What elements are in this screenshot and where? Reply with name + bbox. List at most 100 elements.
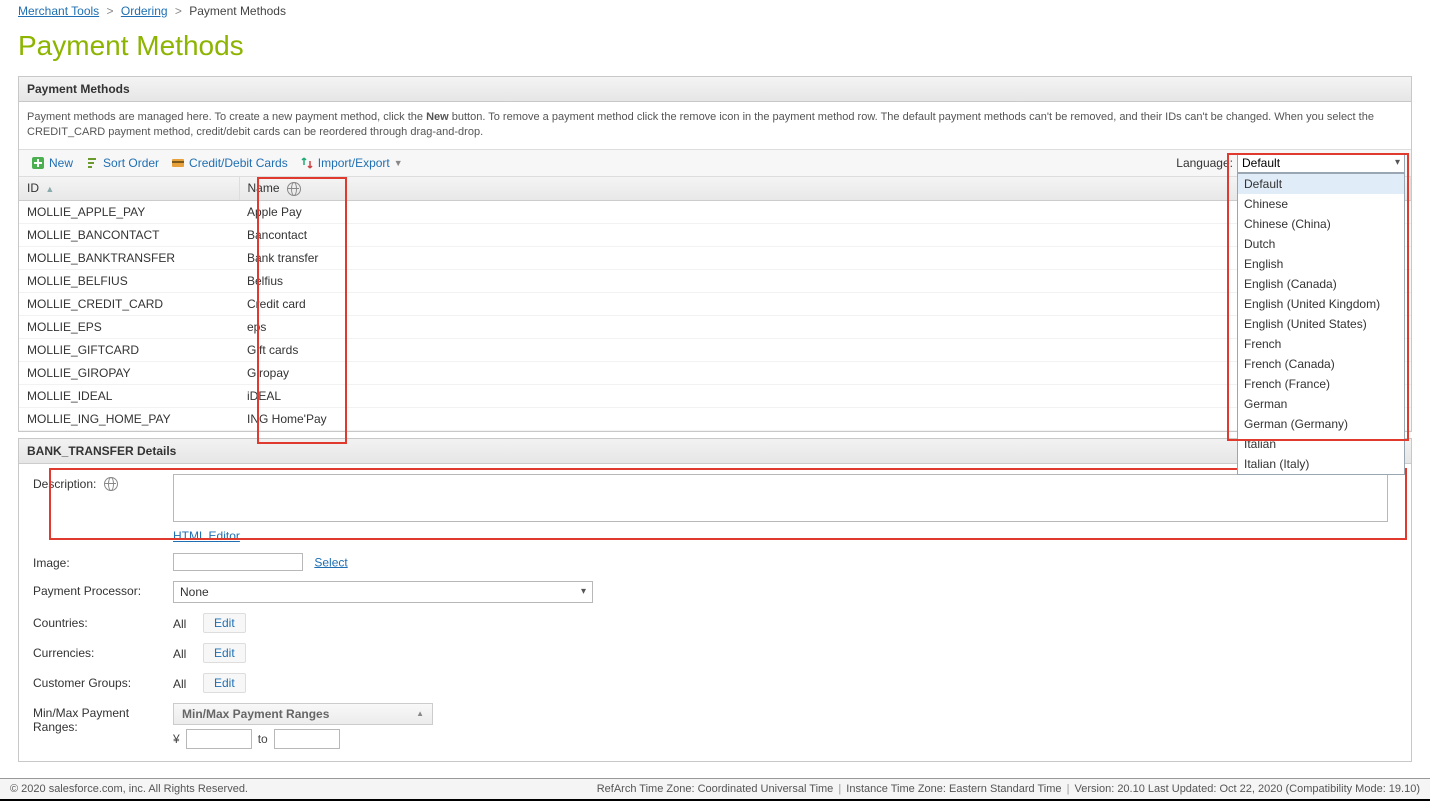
to-label: to: [258, 732, 268, 746]
min-amount-input[interactable]: [186, 729, 252, 749]
table-row[interactable]: MOLLIE_GIROPAYGiropay: [19, 361, 1411, 384]
payment-methods-panel: Payment Methods Payment methods are mana…: [18, 76, 1412, 432]
description-textarea[interactable]: [173, 474, 1388, 522]
panel-header: Payment Methods: [19, 77, 1411, 102]
column-name-header[interactable]: Name: [239, 177, 1411, 200]
language-option[interactable]: French: [1238, 334, 1404, 354]
card-icon: [171, 156, 185, 170]
table-row[interactable]: MOLLIE_BANKTRANSFERBank transfer: [19, 246, 1411, 269]
import-export-label: Import/Export: [318, 156, 390, 170]
new-button[interactable]: New: [25, 154, 79, 172]
minmax-label: Min/Max Payment Ranges:: [33, 703, 173, 734]
sort-icon: [85, 156, 99, 170]
panel-desc-prefix: Payment methods are managed here. To cre…: [27, 111, 426, 123]
countries-row: Countries: All Edit: [33, 613, 1397, 633]
language-option[interactable]: Dutch: [1238, 234, 1404, 254]
language-dropdown[interactable]: DefaultChineseChinese (China)DutchEnglis…: [1237, 173, 1405, 475]
sort-order-button[interactable]: Sort Order: [79, 154, 165, 172]
footer-copyright: © 2020 salesforce.com, inc. All Rights R…: [10, 783, 248, 795]
payment-processor-select[interactable]: None: [173, 581, 593, 603]
footer-refarch-tz: RefArch Time Zone: Coordinated Universal…: [597, 783, 834, 795]
new-label: New: [49, 156, 73, 170]
language-option[interactable]: French (France): [1238, 374, 1404, 394]
breadcrumb-current: Payment Methods: [189, 4, 286, 18]
table-row[interactable]: MOLLIE_ING_HOME_PAYING Home'Pay: [19, 407, 1411, 430]
language-option[interactable]: English (United Kingdom): [1238, 294, 1404, 314]
language-option[interactable]: Chinese: [1238, 194, 1404, 214]
column-id-text: ID: [27, 181, 39, 195]
table-row[interactable]: MOLLIE_APPLE_PAYApple Pay: [19, 201, 1411, 224]
table-row[interactable]: MOLLIE_BANCONTACTBancontact: [19, 223, 1411, 246]
language-option[interactable]: Italian: [1238, 434, 1404, 454]
countries-edit-button[interactable]: Edit: [203, 613, 246, 633]
minmax-title: Min/Max Payment Ranges: [182, 707, 329, 721]
cell-id: MOLLIE_CREDIT_CARD: [19, 292, 239, 315]
currencies-edit-button[interactable]: Edit: [203, 643, 246, 663]
cell-id: MOLLIE_BANKTRANSFER: [19, 246, 239, 269]
import-export-button[interactable]: Import/Export ▼: [294, 154, 409, 172]
language-option[interactable]: English (Canada): [1238, 274, 1404, 294]
table-row[interactable]: MOLLIE_EPSeps: [19, 315, 1411, 338]
breadcrumb-ordering[interactable]: Ordering: [121, 4, 168, 18]
cell-name: Bank transfer: [239, 246, 1411, 269]
language-option[interactable]: Chinese (China): [1238, 214, 1404, 234]
payment-processor-row: Payment Processor: None: [33, 581, 1397, 603]
sort-asc-icon: ▲: [45, 184, 54, 194]
column-name-text: Name: [248, 181, 280, 195]
breadcrumb-sep: >: [103, 4, 118, 18]
breadcrumb: Merchant Tools > Ordering > Payment Meth…: [0, 0, 1430, 22]
cell-id: MOLLIE_GIROPAY: [19, 361, 239, 384]
image-input[interactable]: [173, 553, 303, 571]
description-label: Description:: [33, 474, 173, 492]
cell-name: iDEAL: [239, 384, 1411, 407]
breadcrumb-merchant-tools[interactable]: Merchant Tools: [18, 4, 99, 18]
language-option[interactable]: English: [1238, 254, 1404, 274]
cell-id: MOLLIE_ING_HOME_PAY: [19, 407, 239, 430]
table-row[interactable]: MOLLIE_IDEALiDEAL: [19, 384, 1411, 407]
breadcrumb-sep: >: [171, 4, 186, 18]
cards-label: Credit/Debit Cards: [189, 156, 288, 170]
cell-name: Apple Pay: [239, 201, 1411, 224]
image-row: Image: Select: [33, 553, 1397, 571]
details-panel: BANK_TRANSFER Details Description: HTML …: [18, 438, 1412, 762]
minmax-row: Min/Max Payment Ranges: Min/Max Payment …: [33, 703, 1397, 749]
language-option[interactable]: English (United States): [1238, 314, 1404, 334]
table-row[interactable]: MOLLIE_BELFIUSBelfius: [19, 269, 1411, 292]
payment-processor-value: None: [180, 585, 209, 599]
cell-id: MOLLIE_APPLE_PAY: [19, 201, 239, 224]
panel-desc-new: New: [426, 111, 449, 123]
cell-name: Gift cards: [239, 338, 1411, 361]
language-select-wrap: Default DefaultChineseChinese (China)Dut…: [1237, 153, 1405, 173]
language-option[interactable]: Default: [1238, 174, 1404, 194]
cell-name: Credit card: [239, 292, 1411, 315]
customer-groups-edit-button[interactable]: Edit: [203, 673, 246, 693]
image-label: Image:: [33, 553, 173, 570]
cell-id: MOLLIE_BELFIUS: [19, 269, 239, 292]
language-option[interactable]: German (Germany): [1238, 414, 1404, 434]
minmax-expand-bar[interactable]: Min/Max Payment Ranges ▲: [173, 703, 433, 725]
language-option[interactable]: German: [1238, 394, 1404, 414]
column-id-header[interactable]: ID ▲: [19, 177, 239, 200]
language-option[interactable]: Italian (Italy): [1238, 454, 1404, 474]
image-select-link[interactable]: Select: [314, 555, 347, 569]
table-row[interactable]: MOLLIE_CREDIT_CARDCredit card: [19, 292, 1411, 315]
credit-debit-cards-button[interactable]: Credit/Debit Cards: [165, 154, 294, 172]
description-row: Description: HTML Editor: [33, 474, 1397, 543]
max-amount-input[interactable]: [274, 729, 340, 749]
table-row[interactable]: MOLLIE_GIFTCARDGift cards: [19, 338, 1411, 361]
footer-instance-tz: Instance Time Zone: Eastern Standard Tim…: [846, 783, 1061, 795]
footer-version: Version: 20.10 Last Updated: Oct 22, 202…: [1075, 783, 1420, 795]
cell-id: MOLLIE_BANCONTACT: [19, 223, 239, 246]
currencies-row: Currencies: All Edit: [33, 643, 1397, 663]
collapse-up-icon: ▲: [416, 709, 424, 718]
cell-id: MOLLIE_IDEAL: [19, 384, 239, 407]
language-select[interactable]: Default: [1237, 153, 1405, 173]
customer-groups-all: All: [173, 673, 193, 691]
currency-symbol: ¥: [173, 732, 180, 746]
description-wrap: HTML Editor: [173, 474, 1388, 543]
payment-methods-grid: ID ▲ Name MOLLIE_APPLE_PAYApple PayMOLLI…: [19, 177, 1411, 431]
panel-desc: Payment methods are managed here. To cre…: [19, 102, 1411, 149]
details-body: Description: HTML Editor Image: Select P…: [19, 464, 1411, 761]
language-option[interactable]: French (Canada): [1238, 354, 1404, 374]
html-editor-link[interactable]: HTML Editor: [173, 529, 240, 543]
